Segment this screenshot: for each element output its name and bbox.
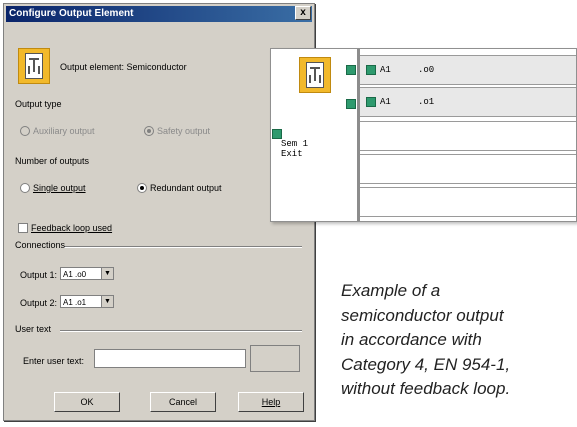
configure-output-dialog: Configure Output Element x Output elemen…	[3, 3, 315, 421]
connector-icon	[346, 99, 356, 109]
dialog-title: Configure Output Element	[6, 6, 312, 22]
caption-line: in accordance with	[341, 330, 482, 349]
close-button[interactable]: x	[295, 6, 311, 20]
empty-row[interactable]	[360, 187, 576, 217]
connector-icon	[366, 97, 376, 107]
row-module: A1	[380, 65, 391, 75]
empty-row[interactable]	[360, 154, 576, 184]
connector-icon	[346, 65, 356, 75]
user-text-input[interactable]	[94, 349, 246, 368]
output-row[interactable]: A1 .o0	[360, 55, 576, 85]
connector-icon	[366, 65, 376, 75]
redundant-output-radio[interactable]	[137, 183, 147, 193]
output1-select[interactable]: A1 .o0 ▼	[60, 267, 114, 280]
semiconductor-icon	[18, 48, 50, 84]
empty-row[interactable]	[360, 121, 576, 151]
caption-line: semiconductor output	[341, 305, 504, 325]
single-output-radio[interactable]	[20, 183, 30, 193]
element-header: Output element: Semiconductor	[60, 62, 187, 72]
caption-line: Example of a	[341, 281, 441, 300]
feedback-loop-checkbox[interactable]	[18, 223, 28, 233]
output-row[interactable]: A1 .o1	[360, 87, 576, 117]
ok-button[interactable]: OK	[54, 392, 120, 412]
redundant-output-label: Redundant output	[150, 183, 222, 193]
caption-line: without feedback loop.	[341, 379, 511, 398]
output2-label: Output 2:	[20, 298, 58, 308]
output1-value: A1 .o0	[63, 270, 87, 279]
connections-label: Connections	[15, 240, 66, 250]
caption-line: Category 4, EN 954-1,	[341, 354, 511, 374]
row-terminal: .o1	[418, 97, 435, 107]
user-text-separator	[60, 330, 302, 332]
chevron-down-icon[interactable]: ▼	[101, 296, 113, 307]
cancel-button[interactable]: Cancel	[150, 392, 216, 412]
feedback-loop-label: Feedback loop used	[31, 223, 113, 233]
connector-icon	[272, 129, 282, 139]
user-text-extra-button	[250, 345, 300, 372]
figure-caption: Example of a semiconductor output in acc…	[341, 279, 577, 402]
element-label: Sem 1	[281, 139, 309, 149]
chevron-down-icon[interactable]: ▼	[101, 268, 113, 279]
output-type-label: Output type	[15, 99, 62, 109]
safety-output-radio[interactable]	[144, 126, 154, 136]
user-text-label: User text	[15, 324, 52, 334]
output2-select[interactable]: A1 .o1 ▼	[60, 295, 114, 308]
output2-value: A1 .o1	[63, 298, 87, 307]
circuit-diagram-panel: Sem 1 Exit A1 .o0 A1 .o1	[270, 48, 577, 222]
help-button[interactable]: Help	[238, 392, 304, 412]
enter-user-text-label: Enter user text:	[23, 356, 85, 366]
element-column: Sem 1 Exit	[271, 49, 357, 221]
safety-output-label: Safety output	[157, 126, 211, 136]
row-module: A1	[380, 97, 391, 107]
single-output-label: Single output	[33, 183, 86, 193]
auxiliary-output-label: Auxiliary output	[33, 126, 95, 136]
row-terminal: .o0	[418, 65, 435, 75]
element-sublabel: Exit	[281, 149, 303, 159]
number-of-outputs-label: Number of outputs	[15, 156, 90, 166]
connections-separator	[64, 246, 302, 248]
auxiliary-output-radio[interactable]	[20, 126, 30, 136]
semiconductor-icon	[299, 57, 331, 93]
output1-label: Output 1:	[20, 270, 58, 280]
